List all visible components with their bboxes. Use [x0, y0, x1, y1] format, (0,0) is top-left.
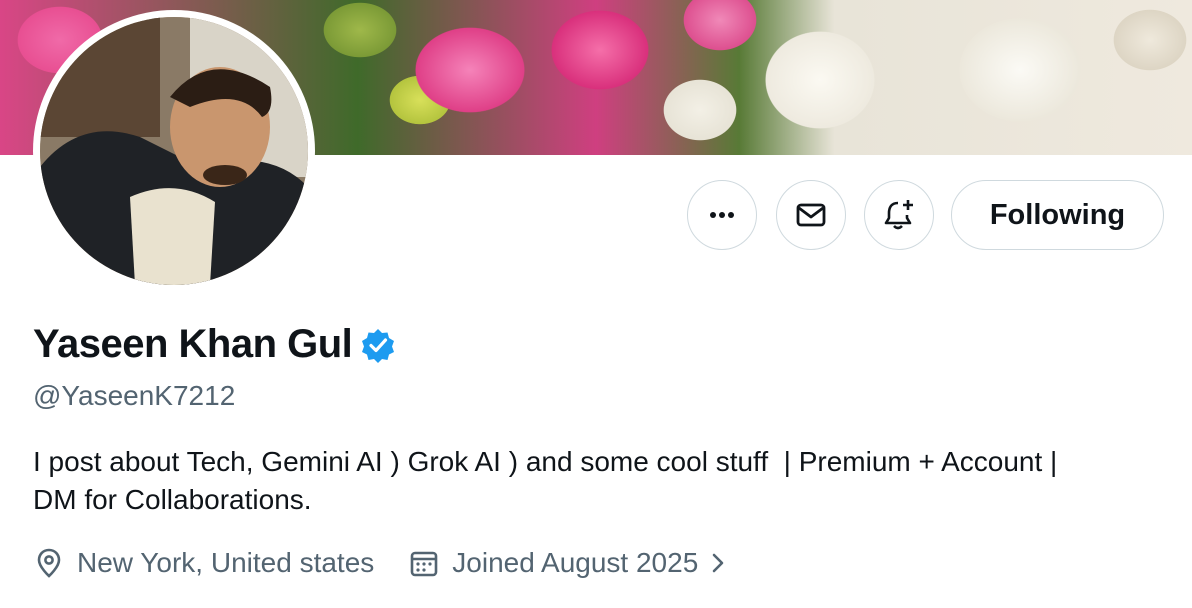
- more-horizontal-icon: [710, 212, 734, 218]
- bio-line: I post about Tech, Gemini AI ) Grok AI )…: [33, 446, 1058, 477]
- envelope-icon: [796, 203, 826, 227]
- following-button[interactable]: Following: [951, 180, 1164, 250]
- joined-text: Joined August 2025: [452, 547, 699, 578]
- profile-handle: @YaseenK7212: [33, 380, 236, 411]
- bio-line: DM for Collaborations.: [33, 484, 312, 515]
- profile-bio: I post about Tech, Gemini AI ) Grok AI )…: [33, 443, 1173, 519]
- profile-joined[interactable]: Joined August 2025: [408, 547, 742, 579]
- profile-meta: New York, United states Joined August 20…: [33, 547, 742, 579]
- profile-actions: Following: [0, 180, 1192, 252]
- profile-name-row: Yaseen Khan Gul: [33, 322, 396, 367]
- bell-plus-icon: [884, 200, 913, 230]
- verified-badge-icon[interactable]: [360, 327, 396, 363]
- profile-location: New York, United states: [33, 547, 374, 579]
- message-button[interactable]: [776, 180, 846, 250]
- location-pin-icon: [37, 548, 61, 578]
- notifications-button[interactable]: [864, 180, 934, 250]
- more-button[interactable]: [687, 180, 757, 250]
- location-text: New York, United states: [77, 547, 375, 578]
- calendar-icon: [410, 551, 438, 577]
- profile-name: Yaseen Khan Gul: [33, 322, 353, 366]
- chevron-right-icon: [712, 553, 724, 573]
